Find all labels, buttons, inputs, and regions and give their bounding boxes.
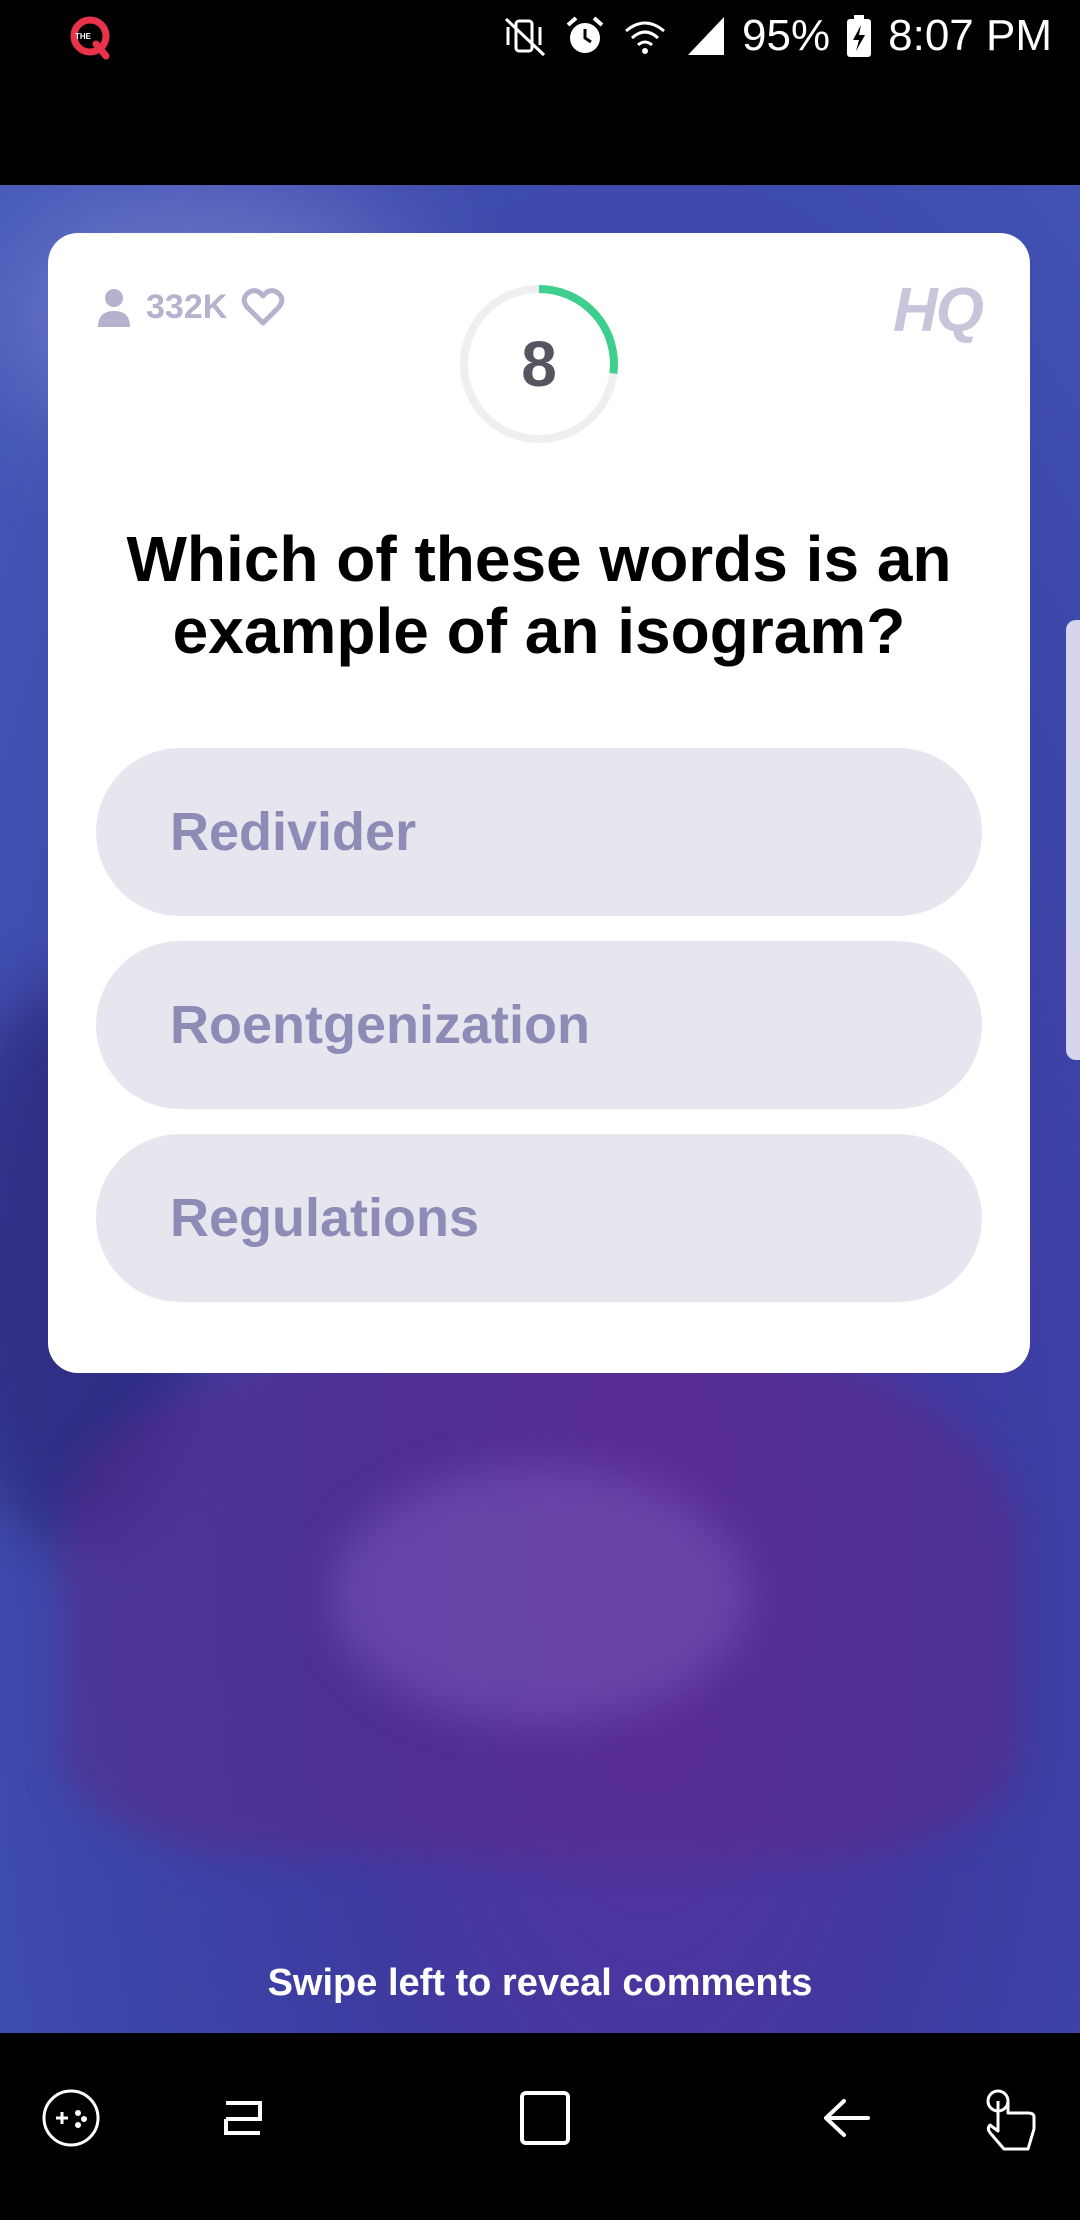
battery-percent: 95% xyxy=(742,11,831,60)
status-icons: 95% 8:07 PM xyxy=(502,6,1052,66)
timer-value: 8 xyxy=(521,328,557,400)
question-text: Which of these words is an example of an… xyxy=(126,523,952,667)
edge-panel-handle[interactable] xyxy=(1066,620,1080,1060)
hq-logo: HQ xyxy=(893,276,984,345)
answer-option-2[interactable]: Roentgenization xyxy=(96,941,982,1109)
gesture-icon[interactable] xyxy=(964,2073,1054,2163)
viewer-counter: 332K xyxy=(96,287,285,327)
person-icon xyxy=(98,289,130,327)
recents-icon[interactable] xyxy=(198,2073,288,2163)
countdown-timer: 8 xyxy=(456,281,622,447)
navigation-bar xyxy=(0,2033,1080,2220)
answer-option-1[interactable]: Redivider xyxy=(96,748,982,916)
game-tools-icon[interactable] xyxy=(26,2073,116,2163)
mute-vibrate-icon xyxy=(505,17,546,57)
svg-text:THE: THE xyxy=(75,32,92,41)
swipe-hint: Swipe left to reveal comments xyxy=(267,1962,813,2004)
viewer-count: 332K xyxy=(146,287,228,326)
answer-option-3[interactable]: Regulations xyxy=(96,1134,982,1302)
signal-icon xyxy=(688,17,725,55)
status-bar: THE 95% 8:07 PM xyxy=(0,0,1080,185)
back-icon[interactable] xyxy=(802,2073,892,2163)
battery-charging-icon xyxy=(847,15,872,57)
home-icon[interactable] xyxy=(500,2073,590,2163)
heart-icon[interactable] xyxy=(241,287,285,327)
clock: 8:07 PM xyxy=(888,11,1052,60)
wifi-icon xyxy=(625,21,666,54)
hq-app-icon: THE xyxy=(70,16,110,60)
alarm-icon xyxy=(566,16,604,53)
question-card: 332K 8 HQ Which of these words is an exa… xyxy=(48,233,1030,1373)
